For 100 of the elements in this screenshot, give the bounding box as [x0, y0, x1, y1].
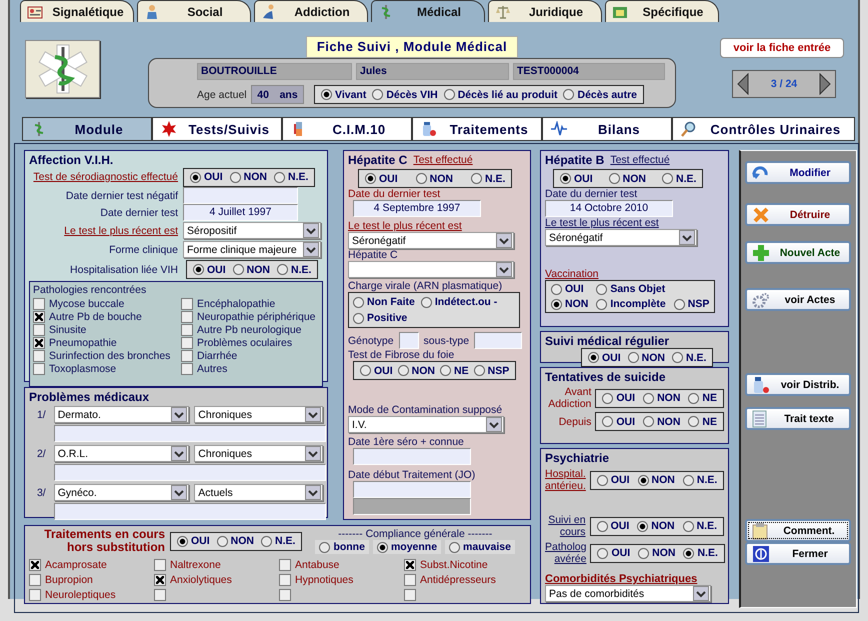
- dropdown[interactable]: Séronégatif: [545, 229, 697, 246]
- radio-button[interactable]: NE: [688, 416, 717, 428]
- dropdown[interactable]: Gynéco.: [54, 484, 190, 501]
- action-button[interactable]: Fermer: [745, 542, 851, 565]
- radio-button[interactable]: N.E.: [277, 264, 312, 276]
- radio-button[interactable]: moyenne: [372, 540, 442, 554]
- radio-button[interactable]: Vivant: [321, 88, 366, 100]
- input-field[interactable]: [54, 503, 326, 520]
- radio-button[interactable]: NSP: [474, 364, 510, 376]
- checkbox[interactable]: Antabuse: [279, 557, 404, 572]
- checkbox[interactable]: Bupropion: [29, 572, 154, 587]
- dropdown[interactable]: Chroniques: [194, 445, 324, 462]
- dropdown[interactable]: I.V.: [348, 416, 504, 433]
- checkbox[interactable]: Antidépresseurs: [404, 572, 529, 587]
- radio-button[interactable]: OUI: [596, 520, 630, 532]
- dropdown[interactable]: Séropositif: [183, 222, 321, 239]
- input-field[interactable]: [474, 332, 522, 349]
- radio-button[interactable]: OUI: [602, 392, 636, 404]
- radio-button[interactable]: OUI: [177, 535, 210, 547]
- dropdown[interactable]: Chroniques: [194, 406, 324, 423]
- input-field[interactable]: [398, 332, 419, 349]
- radio-button[interactable]: NSP: [674, 298, 710, 310]
- radio-button[interactable]: NON: [628, 352, 666, 364]
- radio-button[interactable]: Incomplète: [596, 298, 666, 310]
- radio-button[interactable]: NE: [688, 392, 717, 404]
- radio-button[interactable]: N.E.: [471, 172, 506, 184]
- checkbox[interactable]: Diarrhée: [181, 350, 329, 362]
- radio-button[interactable]: OUI: [597, 547, 630, 559]
- tab[interactable]: Médical: [371, 0, 485, 22]
- action-button[interactable]: Modifier: [745, 161, 851, 184]
- checkbox[interactable]: Neuroleptiques: [29, 587, 154, 602]
- next-button[interactable]: [817, 72, 833, 96]
- checkbox[interactable]: Mycose buccale: [33, 298, 181, 310]
- checkbox[interactable]: Hypnotiques: [279, 572, 404, 587]
- action-button[interactable]: Trait texte: [745, 407, 851, 430]
- radio-button[interactable]: NON: [608, 172, 646, 184]
- input-field[interactable]: [54, 464, 326, 481]
- radio-button[interactable]: OUI: [560, 172, 593, 184]
- date-field[interactable]: 14 Octobre 2010: [545, 200, 673, 217]
- dropdown[interactable]: Dermato.: [54, 406, 190, 423]
- checkbox[interactable]: Autre Pb neurologique: [181, 324, 329, 336]
- radio-button[interactable]: NON: [216, 535, 254, 547]
- radio-button[interactable]: OUI: [596, 474, 630, 486]
- action-button[interactable]: voir Distrib.: [745, 373, 851, 396]
- radio-button[interactable]: N.E.: [662, 172, 696, 184]
- radio-button[interactable]: bonne: [315, 540, 369, 554]
- checkbox[interactable]: Toxoplasmose: [33, 363, 181, 375]
- radio-button[interactable]: OUI: [588, 352, 621, 364]
- date-field[interactable]: [353, 448, 471, 465]
- radio-button[interactable]: NON: [416, 172, 454, 184]
- radio-button[interactable]: OUI: [602, 416, 636, 428]
- checkbox[interactable]: Naltrexone: [154, 557, 279, 572]
- tab[interactable]: C.I.M.10: [282, 117, 412, 141]
- dropdown[interactable]: Séronégatif: [348, 232, 514, 249]
- radio-button[interactable]: Décès VIH: [372, 88, 438, 100]
- dropdown[interactable]: O.R.L.: [54, 445, 190, 462]
- radio-button[interactable]: NON: [232, 264, 270, 276]
- radio-button[interactable]: Non Faite: [353, 296, 415, 308]
- dropdown[interactable]: [348, 261, 514, 278]
- radio-button[interactable]: Indétect.ou -: [420, 296, 498, 308]
- dropdown[interactable]: Actuels: [194, 484, 324, 501]
- checkbox[interactable]: Neuropathie périphérique: [181, 311, 329, 323]
- action-button[interactable]: Comment.: [745, 519, 851, 542]
- radio-button[interactable]: OUI: [190, 171, 223, 183]
- dropdown[interactable]: Pas de comorbidités: [545, 585, 711, 602]
- checkbox[interactable]: Encéphalopathie: [181, 298, 329, 310]
- checkbox[interactable]: Surinfection des bronches: [33, 350, 181, 362]
- radio-button[interactable]: NON: [551, 298, 588, 310]
- radio-button[interactable]: Décès autre: [563, 88, 638, 100]
- radio-button[interactable]: N.E.: [683, 547, 718, 559]
- radio-button[interactable]: NON: [638, 547, 676, 559]
- radio-button[interactable]: NON: [230, 171, 268, 183]
- radio-button[interactable]: OUI: [365, 172, 398, 184]
- action-button[interactable]: Détruire: [745, 203, 851, 226]
- radio-button[interactable]: N.E.: [672, 352, 706, 364]
- radio-button[interactable]: mauvaise: [445, 540, 515, 554]
- radio-button[interactable]: NE: [440, 364, 469, 376]
- tab[interactable]: Juridique: [488, 0, 602, 22]
- radio-button[interactable]: Décès lié au produit: [444, 88, 558, 100]
- tab[interactable]: Signalétique: [20, 0, 134, 22]
- checkbox[interactable]: Problèmes oculaires: [181, 337, 329, 349]
- radio-button[interactable]: N.E.: [682, 520, 717, 532]
- radio-button[interactable]: N.E.: [682, 474, 718, 486]
- date-field[interactable]: [183, 187, 298, 204]
- radio-button[interactable]: N.E.: [274, 171, 308, 183]
- radio-button[interactable]: OUI: [360, 364, 393, 376]
- radio-button[interactable]: Positive: [353, 312, 408, 324]
- checkbox[interactable]: Autres: [181, 363, 329, 375]
- date-field[interactable]: 4 Septembre 1997: [353, 200, 481, 217]
- radio-button[interactable]: OUI: [193, 264, 226, 276]
- tab[interactable]: Module: [22, 117, 152, 141]
- date-field[interactable]: 4 Juillet 1997: [183, 204, 298, 221]
- action-button[interactable]: Nouvel Acte: [745, 241, 851, 264]
- action-button[interactable]: voir Actes: [745, 288, 851, 311]
- checkbox[interactable]: Acamprosate: [29, 557, 154, 572]
- tab[interactable]: Traitements: [412, 117, 542, 141]
- checkbox[interactable]: Subst.Nicotine: [404, 557, 529, 572]
- date-field[interactable]: [353, 481, 471, 498]
- radio-button[interactable]: Sans Objet: [596, 283, 710, 295]
- tab[interactable]: Bilans: [542, 117, 672, 141]
